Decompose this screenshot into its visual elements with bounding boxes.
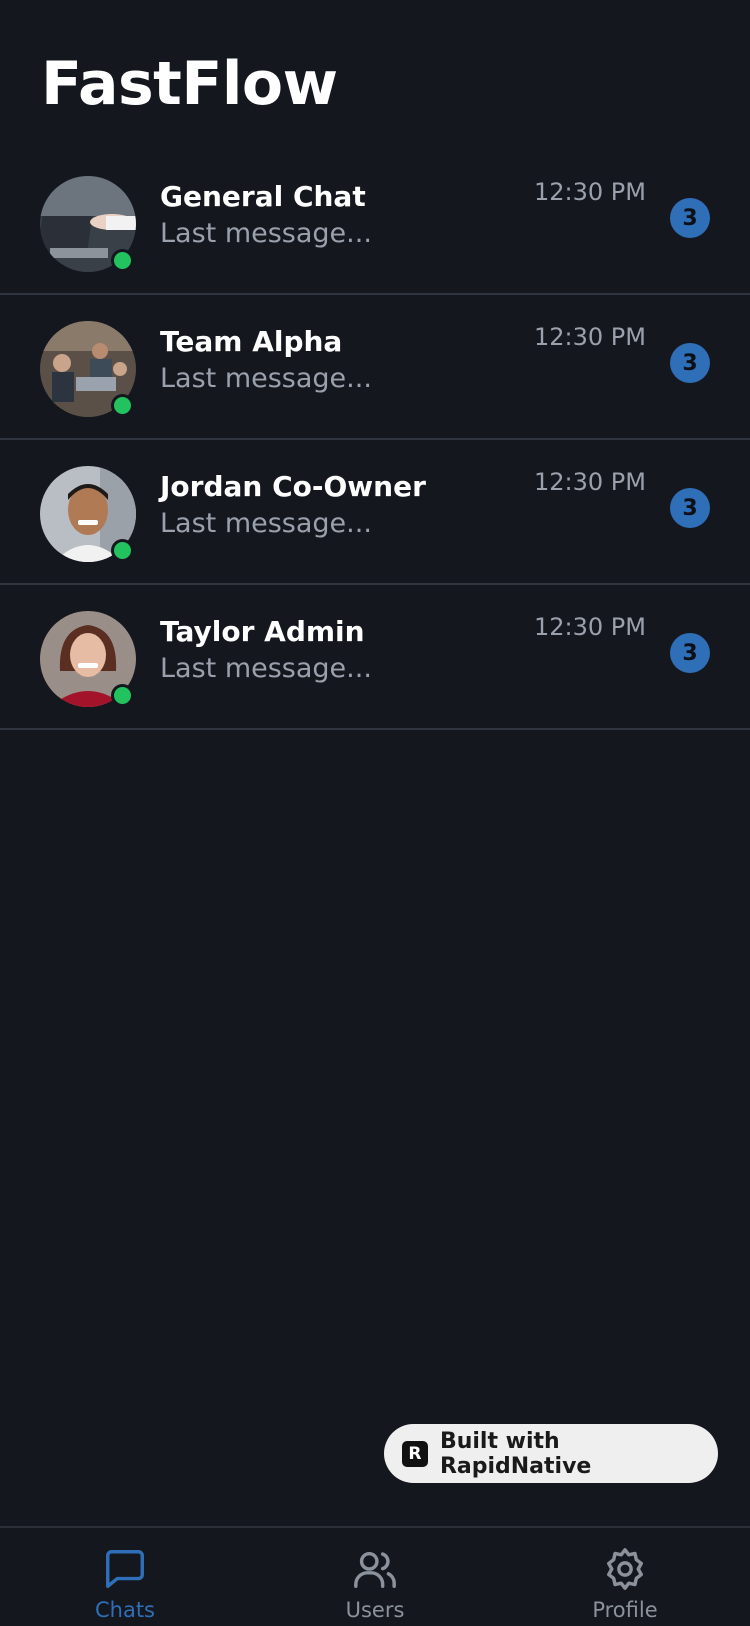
rapidnative-logo-icon: R [402,1440,428,1467]
tab-profile[interactable]: Profile [500,1528,750,1626]
chat-last-message: Last message... [160,508,372,539]
avatar [40,611,136,707]
tab-label: Users [345,1598,405,1622]
chat-name: Jordan Co-Owner [160,470,426,503]
chat-timestamp: 12:30 PM [534,178,646,206]
chat-timestamp: 12:30 PM [534,468,646,496]
bottom-tab-bar: Chats Users Profile [0,1526,750,1626]
chat-name: Taylor Admin [160,615,365,648]
avatar [40,466,136,562]
online-status-dot [111,684,134,707]
unread-count-badge: 3 [670,488,710,528]
app-title: FastFlow [41,49,338,119]
online-status-dot [111,539,134,562]
chat-last-message: Last message... [160,653,372,684]
chat-row-taylor-admin[interactable]: Taylor Admin Last message... 12:30 PM 3 [0,585,750,730]
chat-timestamp: 12:30 PM [534,323,646,351]
online-status-dot [111,249,134,272]
tab-users[interactable]: Users [250,1528,500,1626]
unread-count-badge: 3 [670,343,710,383]
chat-row-general-chat[interactable]: General Chat Last message... 12:30 PM 3 [0,150,750,295]
avatar [40,176,136,272]
built-with-rapidnative-button[interactable]: R Built with RapidNative [384,1424,718,1483]
unread-count-badge: 3 [670,633,710,673]
users-icon [354,1551,396,1588]
built-with-label: Built with RapidNative [439,1428,592,1479]
avatar [40,321,136,417]
tab-label: Profile [592,1598,658,1622]
chat-timestamp: 12:30 PM [534,613,646,641]
tab-label: Chats [94,1598,156,1622]
chat-list: General Chat Last message... 12:30 PM 3 [0,150,750,730]
online-status-dot [111,394,134,417]
chat-row-team-alpha[interactable]: Team Alpha Last message... 12:30 PM 3 [0,295,750,440]
gear-icon [606,1548,644,1590]
chat-bubble-icon [106,1550,144,1588]
tab-chats[interactable]: Chats [0,1528,250,1626]
chat-last-message: Last message... [160,363,372,394]
chat-name: General Chat [160,180,366,213]
unread-count-badge: 3 [670,198,710,238]
chat-row-jordan-co-owner[interactable]: Jordan Co-Owner Last message... 12:30 PM… [0,440,750,585]
chat-name: Team Alpha [160,325,343,358]
chat-last-message: Last message... [160,218,372,249]
